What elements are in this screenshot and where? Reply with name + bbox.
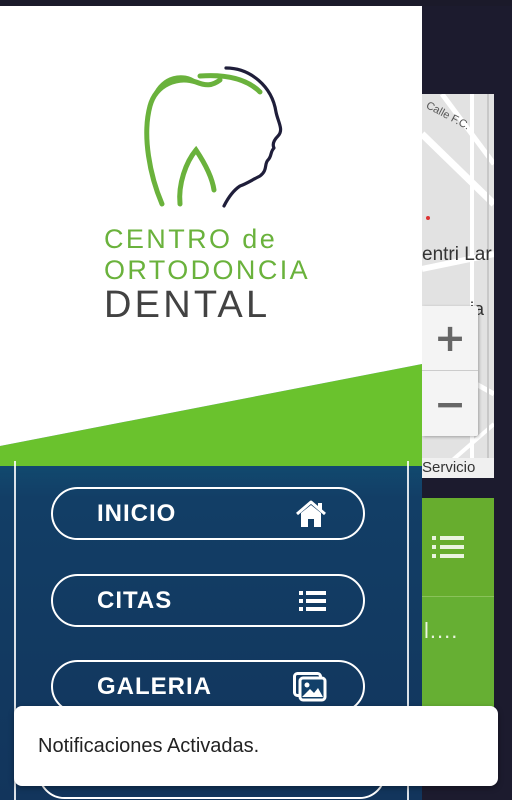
- brand-line-2: ORTODONCIA: [104, 255, 311, 285]
- navigation-drawer: CENTRO de ORTODONCIA DENTAL INICIO CITAS…: [0, 6, 422, 800]
- background-card-text: l....: [424, 618, 459, 643]
- background-card-header: [422, 498, 494, 597]
- menu-inicio-label: INICIO: [97, 499, 177, 527]
- logo-tooth-icon: [144, 66, 283, 208]
- list-icon[interactable]: [432, 534, 466, 560]
- background-app: Calle F.C. entri Lar ia + − Servicio l..…: [422, 6, 512, 800]
- home-icon: [296, 500, 326, 527]
- menu-citas-button[interactable]: CITAS: [51, 574, 365, 627]
- menu-galeria-label: GALERIA: [97, 672, 212, 700]
- zoom-controls: + −: [422, 306, 478, 436]
- list-icon: [299, 590, 326, 611]
- map-footer-text: Servicio: [422, 458, 494, 478]
- brand-line-1: CENTRO de: [104, 224, 278, 254]
- zoom-out-button[interactable]: −: [422, 372, 478, 436]
- map-view[interactable]: Calle F.C. entri Lar ia + − Servicio: [422, 94, 494, 478]
- menu-citas-label: CITAS: [97, 586, 173, 614]
- toast-message: Notificaciones Activadas.: [38, 734, 260, 757]
- background-card: l....: [422, 498, 494, 708]
- map-place-label: entri Lar: [422, 244, 492, 265]
- zoom-in-button[interactable]: +: [422, 306, 478, 371]
- background-header: [422, 6, 512, 94]
- toast-notification: Notificaciones Activadas.: [14, 706, 498, 786]
- menu-inicio-button[interactable]: INICIO: [51, 487, 365, 540]
- brand-line-3: DENTAL: [104, 284, 271, 326]
- gallery-icon: [293, 671, 327, 701]
